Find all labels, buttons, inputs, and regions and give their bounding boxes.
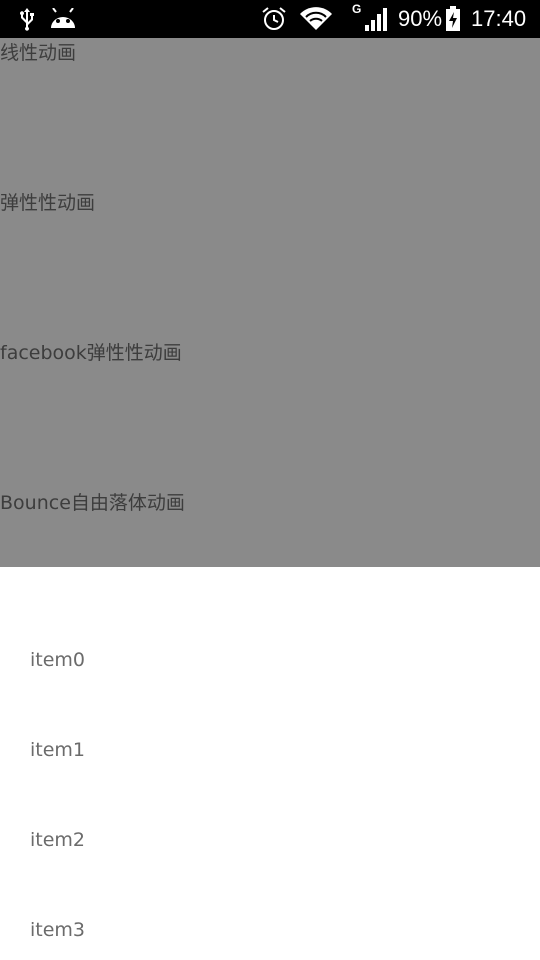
android-debug-icon xyxy=(48,0,78,38)
battery-charging-icon xyxy=(444,0,462,38)
facebook-spring-animation-item[interactable]: facebook弹性性动画 xyxy=(0,338,182,368)
list-item[interactable]: item0 xyxy=(30,645,85,675)
wifi-icon xyxy=(296,0,336,38)
spring-animation-item[interactable]: 弹性性动画 xyxy=(0,188,95,218)
item-list: item0 item1 item2 item3 xyxy=(0,567,540,960)
animation-panel: 线性动画 弹性性动画 facebook弹性性动画 Bounce自由落体动画 xyxy=(0,38,540,567)
list-item[interactable]: item2 xyxy=(30,825,85,855)
usb-icon xyxy=(14,0,40,38)
status-bar: G 90% 17:40 xyxy=(0,0,540,38)
list-item[interactable]: item3 xyxy=(30,915,85,945)
linear-animation-item[interactable]: 线性动画 xyxy=(0,38,76,68)
battery-percent: 90% xyxy=(398,6,443,31)
clock: 17:40 xyxy=(471,6,527,31)
alarm-icon xyxy=(260,0,288,38)
network-type-label: G xyxy=(352,2,362,16)
bounce-animation-item[interactable]: Bounce自由落体动画 xyxy=(0,488,185,518)
signal-icon: G xyxy=(352,0,392,38)
list-item[interactable]: item1 xyxy=(30,735,85,765)
